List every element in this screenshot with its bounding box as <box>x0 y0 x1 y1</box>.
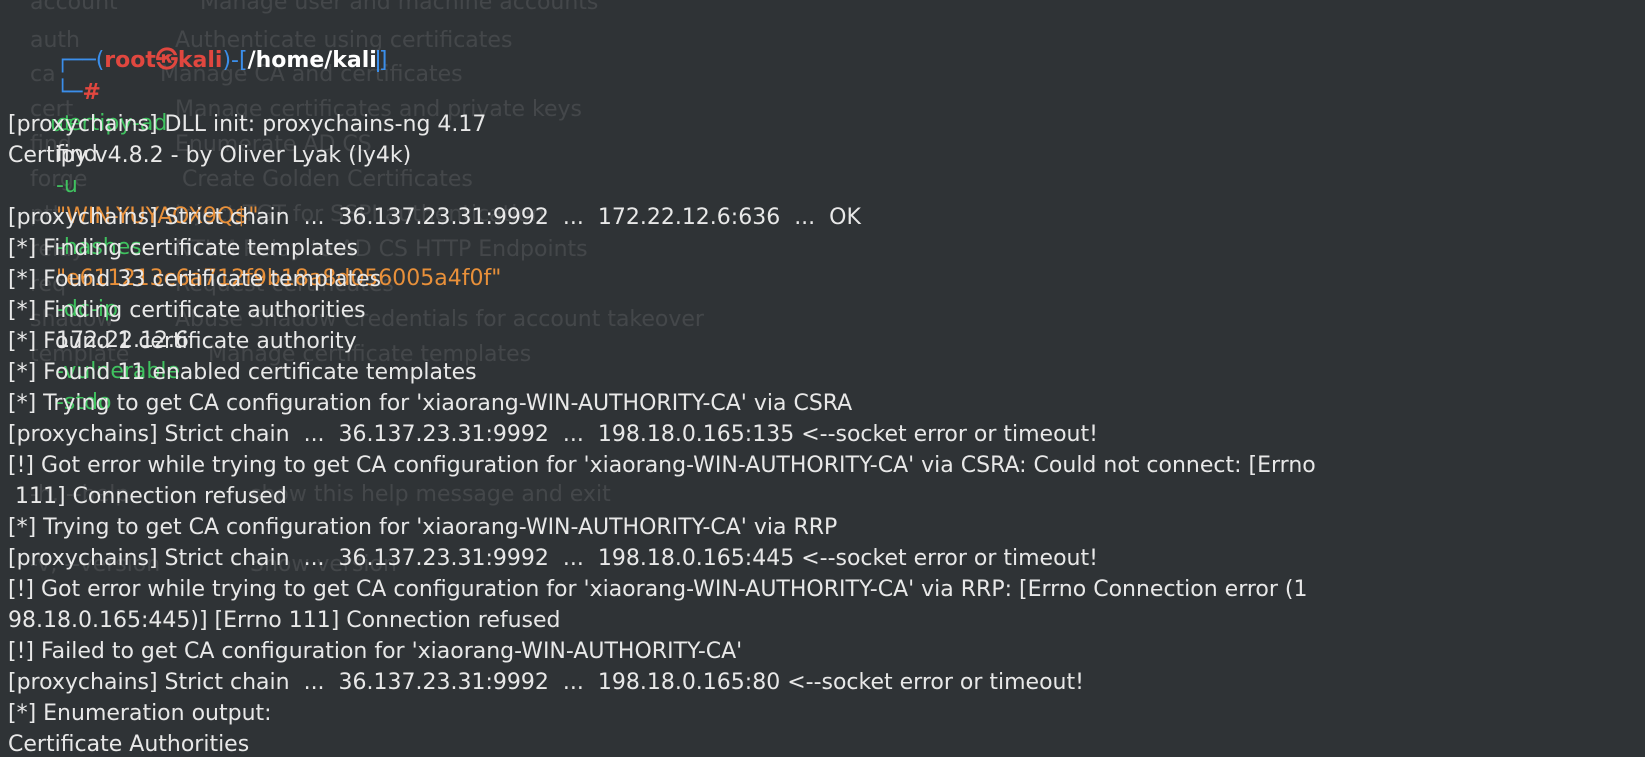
output-line: [*] Finding certificate templates <box>8 236 359 261</box>
output-line: 111] Connection refused <box>8 484 287 509</box>
output-line: [proxychains] Strict chain ... 36.137.23… <box>8 546 1098 571</box>
output-line: Certipy v4.8.2 - by Oliver Lyak (ly4k) <box>8 143 412 168</box>
command-line: └─# certipy-ad find -u "WIN-YUYAOX9Q$" -… <box>14 46 501 415</box>
ghost-text-line: Manage user and machine accounts <box>200 0 599 15</box>
output-line: [!] Failed to get CA configuration for '… <box>8 639 743 664</box>
output-line: Certificate Authorities <box>8 732 250 757</box>
output-line: [!] Got error while trying to get CA con… <box>8 453 1316 478</box>
output-line: [*] Found 1 certificate authority <box>8 329 357 354</box>
output-line: 98.18.0.165:445)] [Errno 111] Connection… <box>8 608 561 633</box>
output-line: [*] Trying to get CA configuration for '… <box>8 515 838 540</box>
output-line: [*] Found 11 enabled certificate templat… <box>8 360 477 385</box>
output-line: [*] Enumeration output: <box>8 701 272 726</box>
output-line: [*] Found 33 certificate templates <box>8 267 382 292</box>
command-line-wrap: ut <box>8 78 73 137</box>
output-line: [proxychains] DLL init: proxychains-ng 4… <box>8 112 487 137</box>
prompt-line-1: ┌──(root㉿kali)-[/home/kali] <box>14 14 387 73</box>
ghost-text-line: account <box>30 0 118 15</box>
opt-u: -u <box>55 173 78 198</box>
output-line: [proxychains] Strict chain ... 36.137.23… <box>8 422 1098 447</box>
output-line: [!] Got error while trying to get CA con… <box>8 577 1308 602</box>
ghost-text-line: show this help message and exit <box>250 482 611 507</box>
output-line: [proxychains] Strict chain ... 36.137.23… <box>8 670 1084 695</box>
output-line: [*] Trying to get CA configuration for '… <box>8 391 853 416</box>
output-line: [proxychains] Strict chain ... 36.137.23… <box>8 205 861 230</box>
prompt-hash: # <box>82 80 101 105</box>
terminal-window[interactable]: account Manage user and machine accounts a… <box>0 0 1645 757</box>
output-line: [*] Finding certificate authorities <box>8 298 366 323</box>
